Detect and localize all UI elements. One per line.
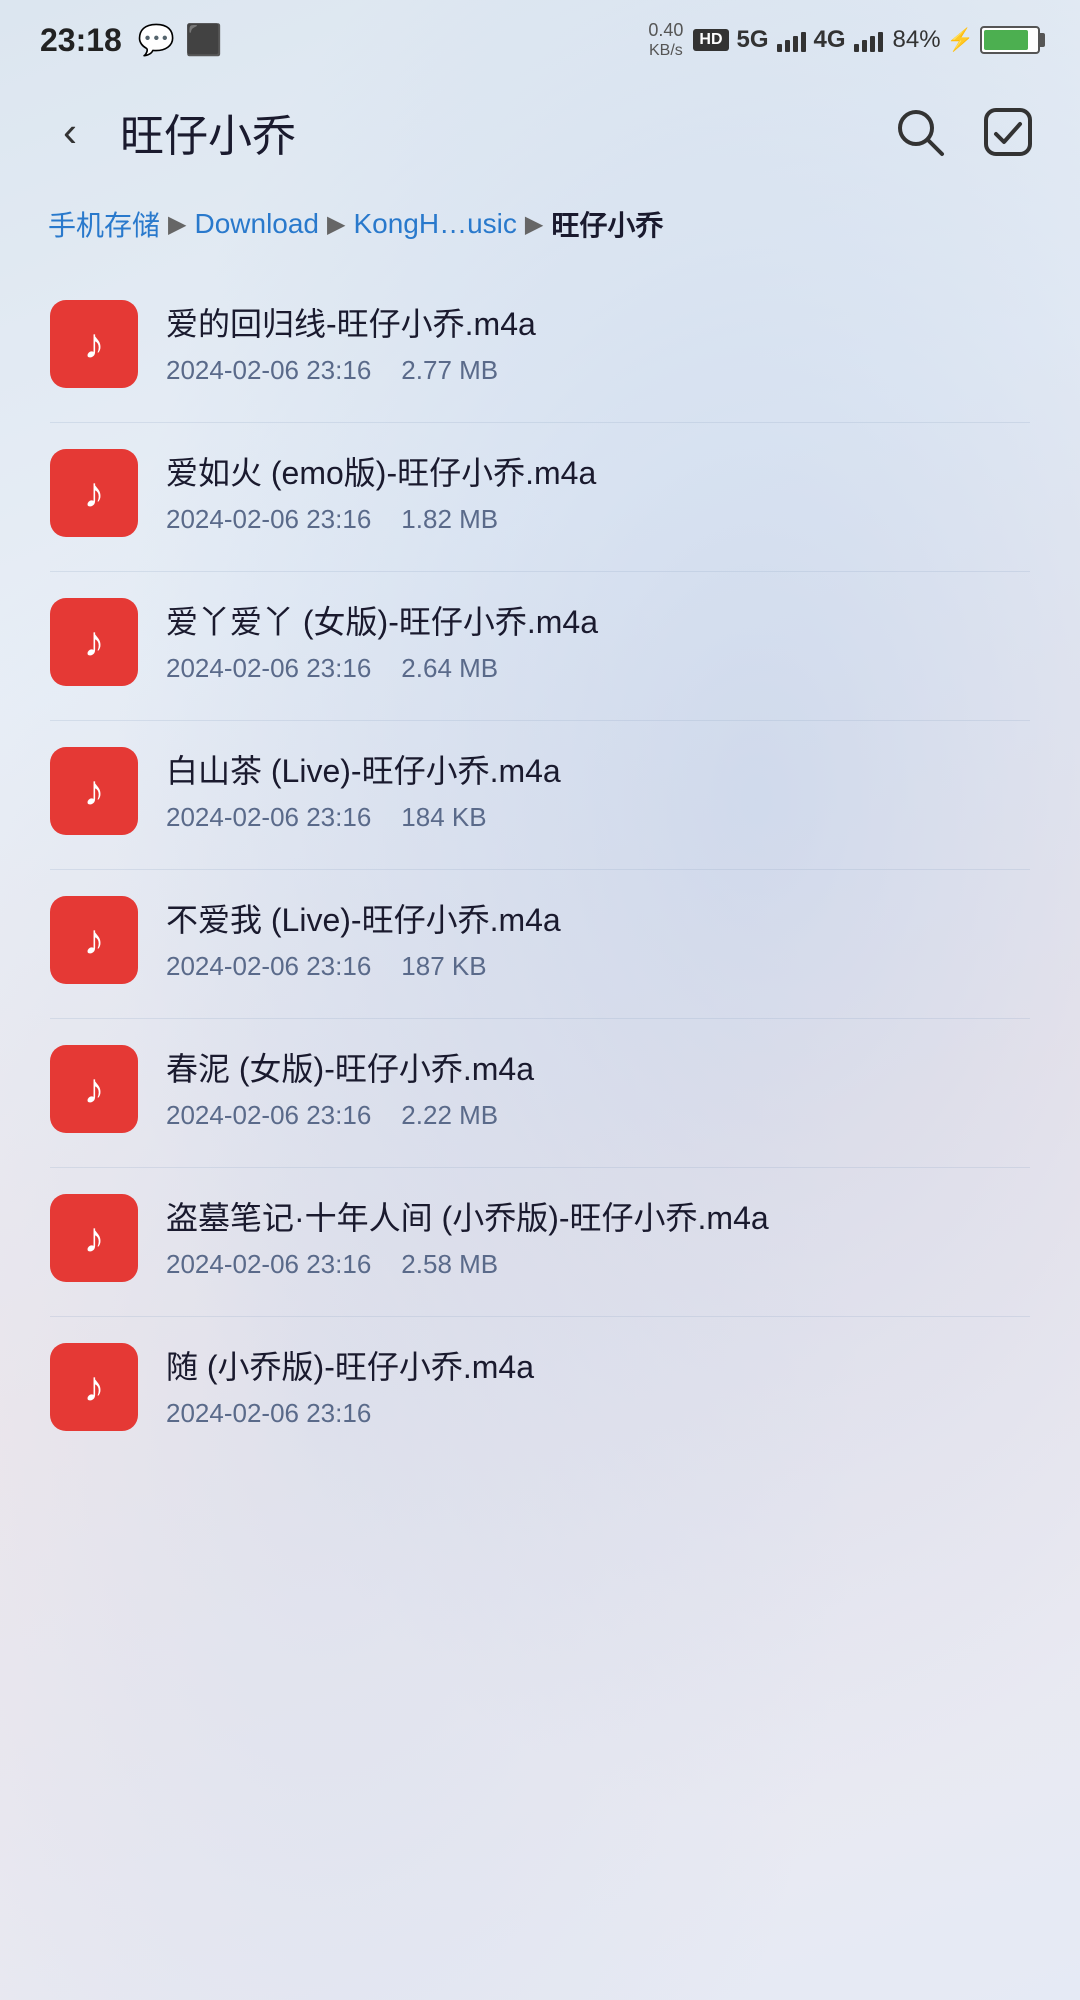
notification-icon: ⬛: [185, 23, 222, 58]
file-meta-4: 2024-02-06 23:16 184 KB: [166, 802, 1030, 833]
file-meta-3: 2024-02-06 23:16 2.64 MB: [166, 653, 1030, 684]
hd-badge: HD: [693, 29, 728, 51]
file-list: ♪ 爱的回归线-旺仔小乔.m4a 2024-02-06 23:16 2.77 M…: [0, 274, 1080, 1457]
music-note-icon: ♪: [84, 1363, 105, 1411]
file-info-6: 春泥 (女版)-旺仔小乔.m4a 2024-02-06 23:16 2.22 M…: [166, 1047, 1030, 1131]
notification-icons: 💬 ⬛: [138, 23, 223, 58]
file-icon-6: ♪: [50, 1045, 138, 1133]
list-item[interactable]: ♪ 爱如火 (emo版)-旺仔小乔.m4a 2024-02-06 23:16 1…: [30, 423, 1050, 563]
breadcrumb-current: 旺仔小乔: [551, 204, 663, 244]
file-info-2: 爱如火 (emo版)-旺仔小乔.m4a 2024-02-06 23:16 1.8…: [166, 451, 1030, 535]
file-info-7: 盗墓笔记·十年人间 (小乔版)-旺仔小乔.m4a 2024-02-06 23:1…: [166, 1196, 1030, 1280]
file-name-1: 爱的回归线-旺仔小乔.m4a: [166, 302, 1030, 347]
file-icon-8: ♪: [50, 1343, 138, 1431]
music-note-icon: ♪: [84, 469, 105, 517]
battery-area: 84% ⚡: [893, 26, 1040, 54]
file-meta-5: 2024-02-06 23:16 187 KB: [166, 951, 1030, 982]
file-date-4: 2024-02-06 23:16: [166, 802, 371, 833]
file-meta-7: 2024-02-06 23:16 2.58 MB: [166, 1249, 1030, 1280]
file-size-4: 184 KB: [401, 802, 486, 833]
checkbox-icon: [982, 106, 1034, 158]
file-size-6: 2.22 MB: [401, 1100, 498, 1131]
file-size-2: 1.82 MB: [401, 504, 498, 535]
file-icon-3: ♪: [50, 598, 138, 686]
file-date-1: 2024-02-06 23:16: [166, 355, 371, 386]
header-actions: [888, 100, 1040, 164]
file-meta-6: 2024-02-06 23:16 2.22 MB: [166, 1100, 1030, 1131]
breadcrumb: 手机存储 ▶ Download ▶ KongH…usic ▶ 旺仔小乔: [0, 194, 1080, 274]
file-name-7: 盗墓笔记·十年人间 (小乔版)-旺仔小乔.m4a: [166, 1196, 1030, 1241]
status-time-area: 23:18 💬 ⬛: [40, 22, 223, 59]
list-item[interactable]: ♪ 爱丫爱丫 (女版)-旺仔小乔.m4a 2024-02-06 23:16 2.…: [30, 572, 1050, 712]
status-right-area: 0.40 KB/s HD 5G 4G 84% ⚡: [648, 20, 1040, 61]
file-info-8: 随 (小乔版)-旺仔小乔.m4a 2024-02-06 23:16: [166, 1345, 1030, 1429]
wechat-icon: 💬: [138, 23, 175, 58]
file-date-2: 2024-02-06 23:16: [166, 504, 371, 535]
list-item[interactable]: ♪ 爱的回归线-旺仔小乔.m4a 2024-02-06 23:16 2.77 M…: [30, 274, 1050, 414]
file-info-3: 爱丫爱丫 (女版)-旺仔小乔.m4a 2024-02-06 23:16 2.64…: [166, 600, 1030, 684]
file-icon-4: ♪: [50, 747, 138, 835]
file-date-3: 2024-02-06 23:16: [166, 653, 371, 684]
music-note-icon: ♪: [84, 916, 105, 964]
list-item[interactable]: ♪ 随 (小乔版)-旺仔小乔.m4a 2024-02-06 23:16: [30, 1317, 1050, 1457]
file-meta-2: 2024-02-06 23:16 1.82 MB: [166, 504, 1030, 535]
network-speed: 0.40 KB/s: [648, 20, 683, 61]
file-icon-1: ♪: [50, 300, 138, 388]
music-note-icon: ♪: [84, 1065, 105, 1113]
breadcrumb-kongmusic[interactable]: KongH…usic: [353, 208, 516, 240]
breadcrumb-phone-storage[interactable]: 手机存储: [48, 204, 160, 244]
file-icon-2: ♪: [50, 449, 138, 537]
breadcrumb-arrow-3: ▶: [525, 210, 543, 239]
music-note-icon: ♪: [84, 320, 105, 368]
file-size-7: 2.58 MB: [401, 1249, 498, 1280]
status-bar: 23:18 💬 ⬛ 0.40 KB/s HD 5G 4G: [0, 0, 1080, 70]
page-title: 旺仔小乔: [120, 100, 868, 164]
file-name-4: 白山茶 (Live)-旺仔小乔.m4a: [166, 749, 1030, 794]
header: ‹ 旺仔小乔: [0, 70, 1080, 194]
file-name-6: 春泥 (女版)-旺仔小乔.m4a: [166, 1047, 1030, 1092]
4g-badge: 4G: [814, 26, 846, 54]
file-size-1: 2.77 MB: [401, 355, 498, 386]
file-info-4: 白山茶 (Live)-旺仔小乔.m4a 2024-02-06 23:16 184…: [166, 749, 1030, 833]
5g-badge: 5G: [737, 26, 769, 54]
breadcrumb-arrow-1: ▶: [168, 210, 186, 239]
file-info-1: 爱的回归线-旺仔小乔.m4a 2024-02-06 23:16 2.77 MB: [166, 302, 1030, 386]
file-meta-8: 2024-02-06 23:16: [166, 1398, 1030, 1429]
file-size-5: 187 KB: [401, 951, 486, 982]
list-item[interactable]: ♪ 不爱我 (Live)-旺仔小乔.m4a 2024-02-06 23:16 1…: [30, 870, 1050, 1010]
select-button[interactable]: [976, 100, 1040, 164]
search-icon: [894, 106, 946, 158]
list-item[interactable]: ♪ 春泥 (女版)-旺仔小乔.m4a 2024-02-06 23:16 2.22…: [30, 1019, 1050, 1159]
time-display: 23:18: [40, 22, 122, 59]
list-item[interactable]: ♪ 盗墓笔记·十年人间 (小乔版)-旺仔小乔.m4a 2024-02-06 23…: [30, 1168, 1050, 1308]
file-date-5: 2024-02-06 23:16: [166, 951, 371, 982]
file-date-8: 2024-02-06 23:16: [166, 1398, 371, 1429]
file-size-3: 2.64 MB: [401, 653, 498, 684]
file-meta-1: 2024-02-06 23:16 2.77 MB: [166, 355, 1030, 386]
file-info-5: 不爱我 (Live)-旺仔小乔.m4a 2024-02-06 23:16 187…: [166, 898, 1030, 982]
file-icon-5: ♪: [50, 896, 138, 984]
music-note-icon: ♪: [84, 618, 105, 666]
file-icon-7: ♪: [50, 1194, 138, 1282]
music-note-icon: ♪: [84, 1214, 105, 1262]
music-note-icon: ♪: [84, 767, 105, 815]
battery-icon: [980, 26, 1040, 54]
signal-bars-4g: [854, 28, 883, 52]
file-name-5: 不爱我 (Live)-旺仔小乔.m4a: [166, 898, 1030, 943]
back-button[interactable]: ‹: [40, 102, 100, 162]
breadcrumb-arrow-2: ▶: [327, 210, 345, 239]
list-item[interactable]: ♪ 白山茶 (Live)-旺仔小乔.m4a 2024-02-06 23:16 1…: [30, 721, 1050, 861]
network-badges: HD 5G 4G: [693, 26, 882, 54]
battery-percent: 84%: [893, 26, 941, 54]
back-chevron-icon: ‹: [63, 111, 77, 153]
breadcrumb-download[interactable]: Download: [194, 208, 319, 240]
file-date-7: 2024-02-06 23:16: [166, 1249, 371, 1280]
file-name-3: 爱丫爱丫 (女版)-旺仔小乔.m4a: [166, 600, 1030, 645]
file-name-2: 爱如火 (emo版)-旺仔小乔.m4a: [166, 451, 1030, 496]
file-name-8: 随 (小乔版)-旺仔小乔.m4a: [166, 1345, 1030, 1390]
search-button[interactable]: [888, 100, 952, 164]
file-date-6: 2024-02-06 23:16: [166, 1100, 371, 1131]
signal-bars-5g: [777, 28, 806, 52]
lightning-icon: ⚡: [947, 27, 974, 53]
